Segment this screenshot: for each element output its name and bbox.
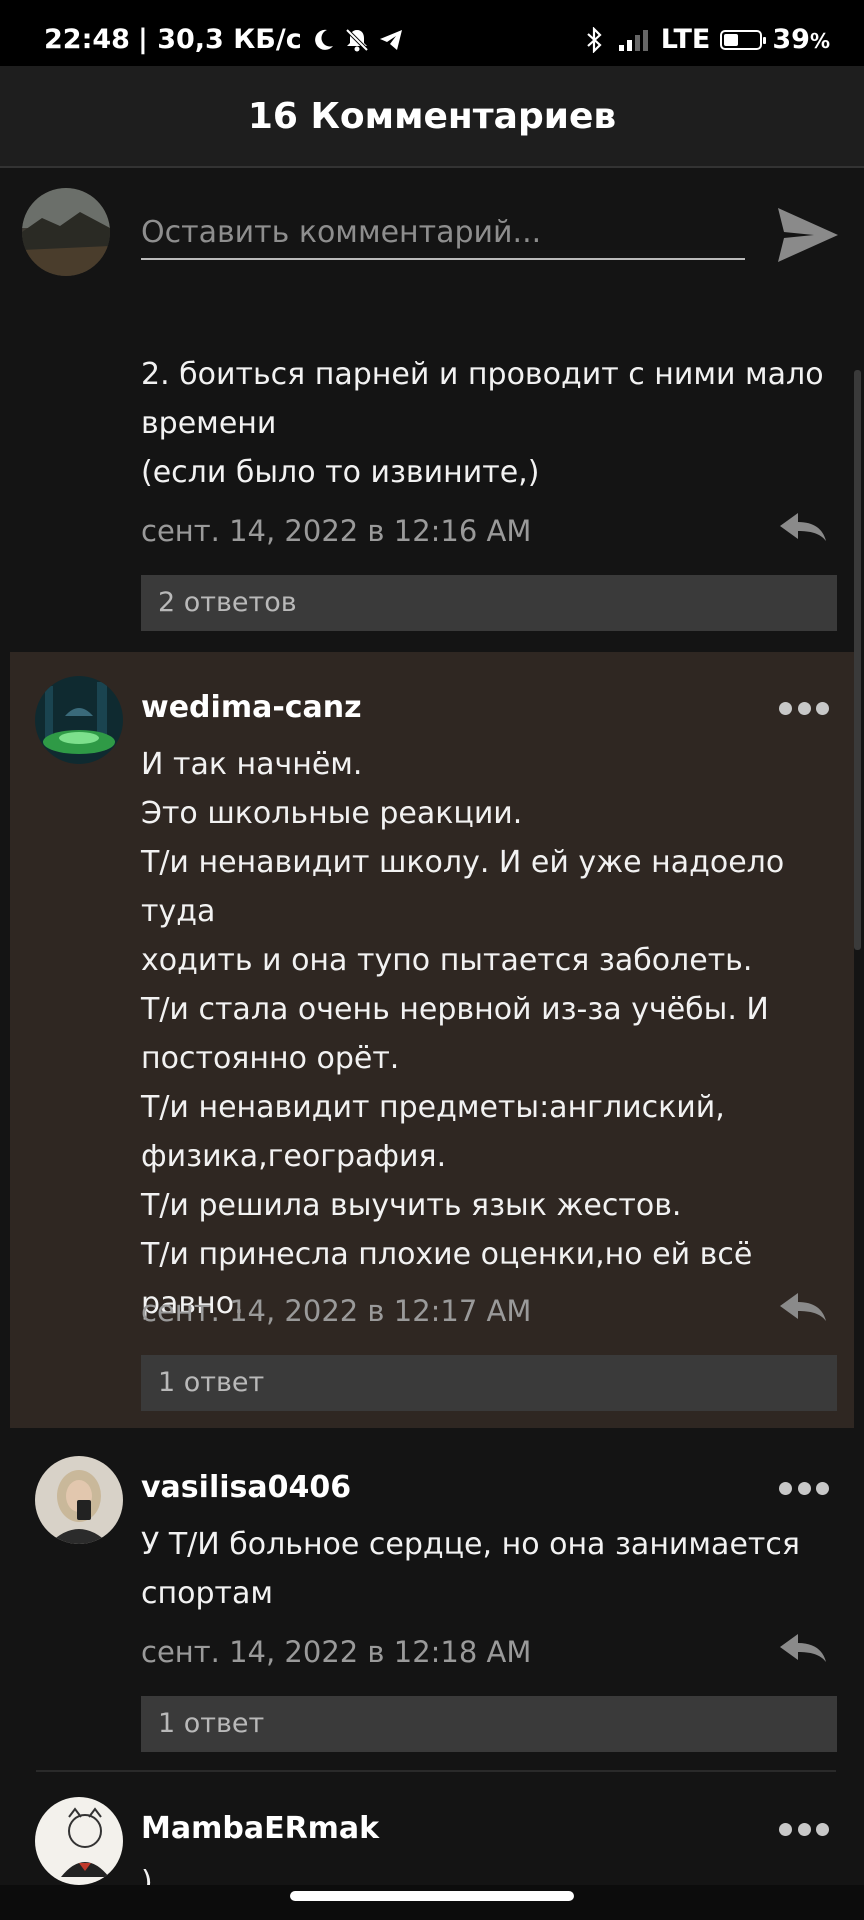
home-indicator[interactable] [290, 1891, 574, 1901]
send-icon[interactable] [776, 204, 840, 266]
more-options-icon[interactable] [779, 1482, 829, 1496]
network-type: LTE [660, 24, 711, 55]
comment-username[interactable]: wedima-canz [141, 690, 362, 725]
comments-count-title: 16 Комментариев [247, 95, 617, 137]
avatar-image-sketch [35, 1797, 123, 1885]
comment-timestamp: сент. 14, 2022 в 12:16 AM [141, 514, 532, 548]
comment-username[interactable]: MambaERmak [141, 1811, 379, 1846]
replies-button[interactable]: 1 ответ [141, 1355, 837, 1411]
comment-compose: Оставить комментарий... [0, 168, 864, 318]
more-options-icon[interactable] [779, 1823, 829, 1837]
reply-icon[interactable] [778, 1632, 828, 1666]
status-net-speed: | 30,3 КБ/с [137, 24, 302, 55]
scrollbar[interactable] [854, 370, 861, 950]
comments-header: 16 Комментариев [0, 66, 864, 168]
status-right: LTE 39% [581, 24, 830, 55]
avatar-image-person [35, 1456, 123, 1544]
user-avatar[interactable] [35, 676, 123, 764]
comment-text: У Т/И больное сердце, но она занимается … [141, 1527, 800, 1611]
comment-input[interactable]: Оставить комментарий... [141, 208, 745, 260]
comment-text: 2. боиться парней и проводит с ними мало… [141, 357, 824, 490]
bell-off-icon [345, 28, 369, 51]
comment-username[interactable]: vasilisa0406 [141, 1470, 351, 1505]
battery-unit: % [809, 29, 830, 53]
avatar-image-landscape [22, 188, 110, 276]
reply-icon[interactable] [778, 1291, 828, 1325]
reply-icon[interactable] [778, 511, 828, 545]
status-time: 22:48 [44, 24, 130, 55]
comment-timestamp: сент. 14, 2022 в 12:17 AM [141, 1294, 532, 1328]
replies-button[interactable]: 2 ответов [141, 575, 837, 631]
status-bar: 22:48 | 30,3 КБ/с LTE 39% [0, 0, 864, 66]
telegram-icon [379, 29, 402, 50]
signal-icon [618, 29, 648, 51]
my-avatar[interactable] [22, 188, 110, 276]
battery-level: 39% [772, 24, 830, 55]
bluetooth-icon [587, 26, 602, 53]
replies-button[interactable]: 1 ответ [141, 1696, 837, 1752]
avatar-image-forest [35, 676, 123, 764]
user-avatar[interactable] [35, 1456, 123, 1544]
status-left: 22:48 | 30,3 КБ/с [44, 24, 404, 55]
battery-percent: 39 [772, 24, 810, 55]
user-avatar[interactable] [35, 1797, 123, 1885]
more-options-icon[interactable] [779, 702, 829, 716]
moon-icon [314, 29, 333, 50]
comment-divider [36, 1770, 836, 1772]
comment-text: И так начнём. Это школьные реакции. Т/и … [141, 747, 785, 1321]
comment-timestamp: сент. 14, 2022 в 12:18 AM [141, 1635, 532, 1669]
battery-icon [720, 29, 767, 50]
